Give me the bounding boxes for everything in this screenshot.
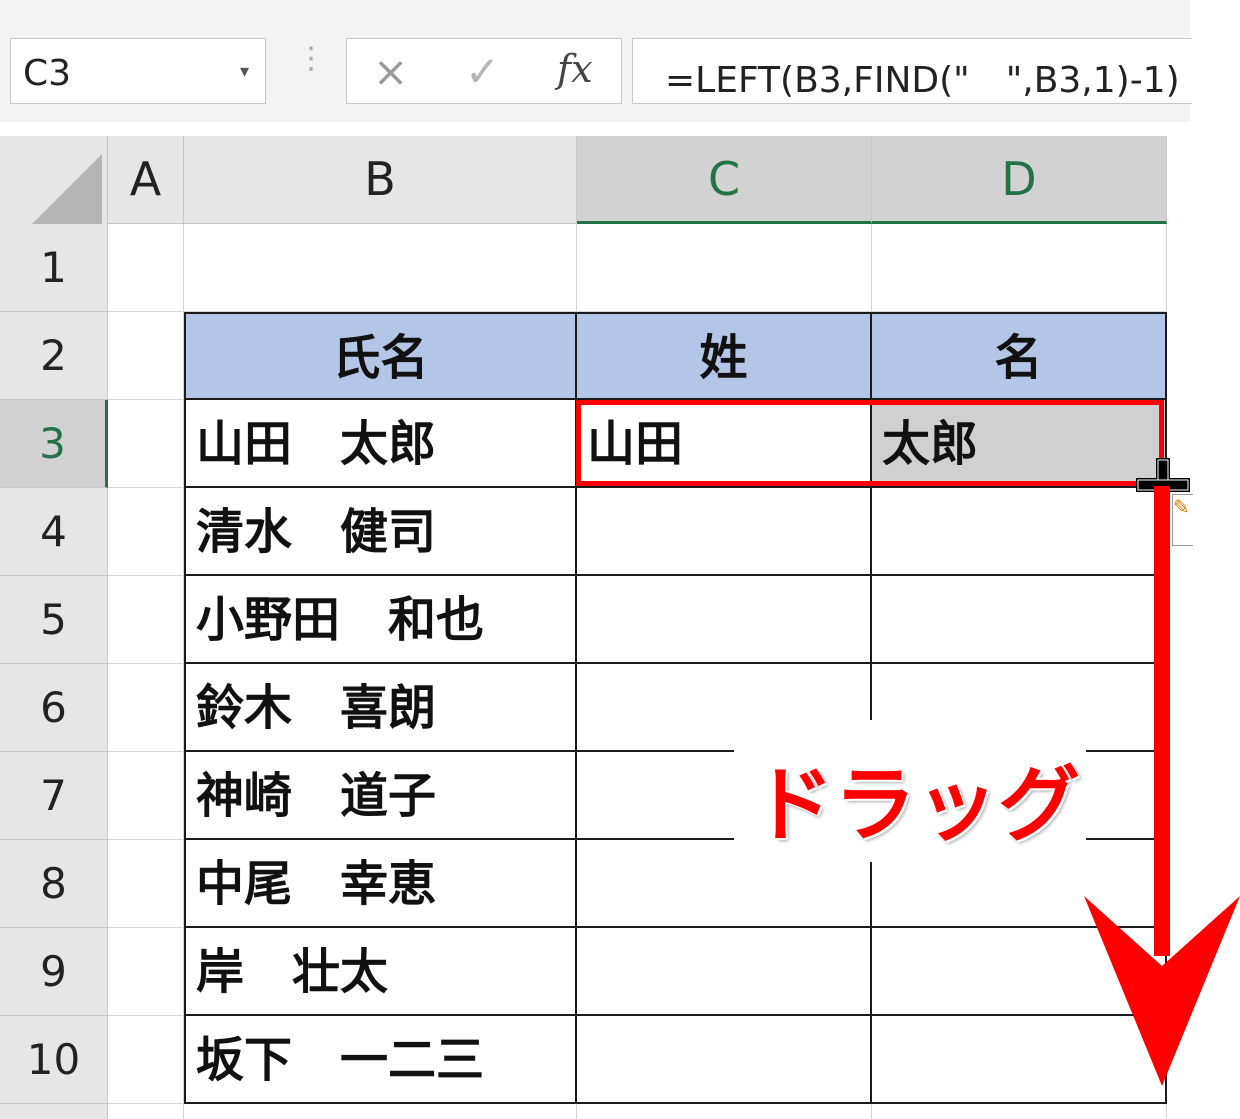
formula-text: =LEFT(B3,FIND(" ",B3,1)-1) [665, 60, 1180, 101]
sei-cell-c9[interactable] [577, 928, 872, 1016]
select-all-triangle-icon [26, 154, 102, 230]
column-header-a[interactable]: A [108, 136, 184, 224]
sei-cell-c5[interactable] [577, 576, 872, 664]
row-header-7[interactable]: 7 [0, 752, 108, 840]
mei-cell-d3[interactable]: 太郎 [872, 400, 1167, 488]
drag-annotation: ドラッグ [752, 758, 1081, 853]
excel-window: C3 ▾ ⋮ × ✓ fx =LEFT(B3,FIND(" ",B3,1)-1)… [0, 0, 1240, 1119]
formula-input[interactable]: =LEFT(B3,FIND(" ",B3,1)-1) [632, 38, 1192, 104]
select-all-button[interactable] [0, 136, 108, 230]
name-cell-b9[interactable]: 岸 壮太 [184, 928, 577, 1016]
cell-d1[interactable] [872, 224, 1167, 312]
cell-c11[interactable] [577, 1104, 872, 1119]
cell-a6[interactable] [108, 664, 184, 752]
column-header-c[interactable]: C [577, 136, 872, 224]
name-box-value: C3 [23, 53, 72, 94]
cell-a11[interactable] [108, 1104, 184, 1119]
down-arrow-icon [1084, 486, 1240, 1086]
column-header-b[interactable]: B [184, 136, 577, 224]
cell-a5[interactable] [108, 576, 184, 664]
cell-a9[interactable] [108, 928, 184, 1016]
row-header-4[interactable]: 4 [0, 488, 108, 576]
cell-a2[interactable] [108, 312, 184, 400]
name-cell-b3[interactable]: 山田 太郎 [184, 400, 577, 488]
header-cell-shimei[interactable]: 氏名 [184, 312, 577, 400]
row-header-6[interactable]: 6 [0, 664, 108, 752]
row-header-8[interactable]: 8 [0, 840, 108, 928]
row-header-2[interactable]: 2 [0, 312, 108, 400]
name-cell-b8[interactable]: 中尾 幸恵 [184, 840, 577, 928]
row-header-3[interactable]: 3 [0, 400, 108, 488]
drag-handle-icon[interactable]: ⋮ [296, 44, 326, 74]
cell-d11[interactable] [872, 1104, 1167, 1119]
cell-a7[interactable] [108, 752, 184, 840]
name-cell-b6[interactable]: 鈴木 喜朗 [184, 664, 577, 752]
row-header-1[interactable]: 1 [0, 224, 108, 312]
name-cell-b10[interactable]: 坂下 一二三 [184, 1016, 577, 1104]
sei-cell-c4[interactable] [577, 488, 872, 576]
row-header-10[interactable]: 10 [0, 1016, 108, 1104]
name-cell-b5[interactable]: 小野田 和也 [184, 576, 577, 664]
worksheet-grid[interactable]: A B C D 1 2 3 4 5 6 7 8 9 10 氏名 姓 名 山田 太… [0, 122, 1190, 1119]
formula-buttons: × ✓ fx [346, 38, 622, 104]
name-box[interactable]: C3 ▾ [10, 38, 266, 104]
column-header-d[interactable]: D [872, 136, 1167, 224]
insert-function-icon[interactable]: fx [557, 47, 593, 91]
chevron-down-icon[interactable]: ▾ [240, 61, 249, 82]
cell-a10[interactable] [108, 1016, 184, 1104]
cell-a8[interactable] [108, 840, 184, 928]
cell-a1[interactable] [108, 224, 184, 312]
row-header-9[interactable]: 9 [0, 928, 108, 1016]
sei-cell-c3[interactable]: 山田 [577, 400, 872, 488]
sei-cell-c10[interactable] [577, 1016, 872, 1104]
cell-c1[interactable] [577, 224, 872, 312]
row-header-11[interactable] [0, 1104, 108, 1119]
cell-a4[interactable] [108, 488, 184, 576]
cell-a3[interactable] [108, 400, 184, 488]
check-icon[interactable]: ✓ [465, 47, 500, 96]
row-header-5[interactable]: 5 [0, 576, 108, 664]
cancel-icon[interactable]: × [373, 47, 408, 96]
cell-b11[interactable] [184, 1104, 577, 1119]
header-cell-sei[interactable]: 姓 [577, 312, 872, 400]
name-cell-b7[interactable]: 神崎 道子 [184, 752, 577, 840]
header-cell-mei[interactable]: 名 [872, 312, 1167, 400]
name-cell-b4[interactable]: 清水 健司 [184, 488, 577, 576]
cell-b1[interactable] [184, 224, 577, 312]
